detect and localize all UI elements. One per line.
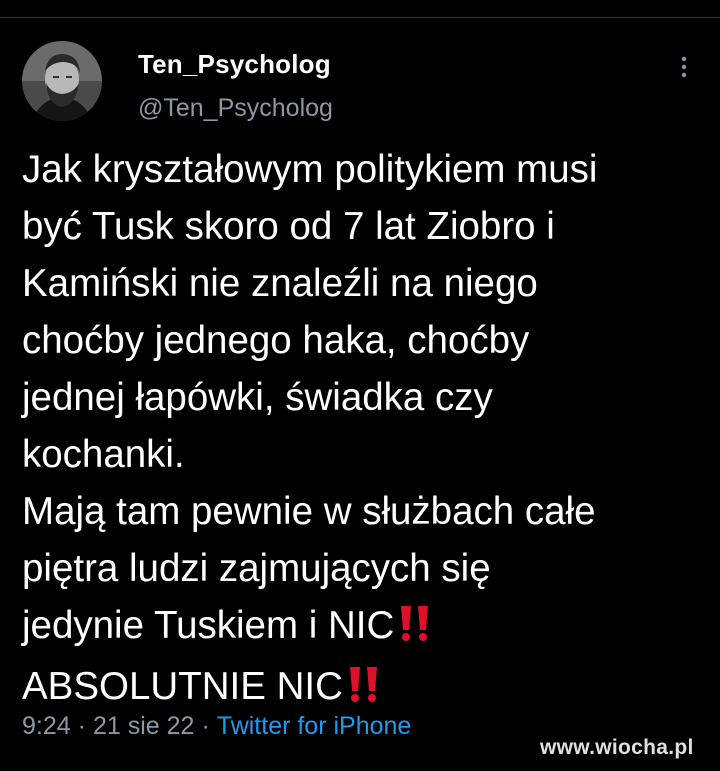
double-exclamation-icon — [398, 601, 432, 658]
avatar[interactable] — [22, 41, 102, 121]
author-handle[interactable]: @Ten_Psycholog — [138, 94, 333, 123]
double-exclamation-icon — [347, 662, 381, 719]
avatar-photo — [22, 41, 102, 121]
tweet-time[interactable]: 9:24 — [22, 712, 71, 740]
tweet-text-line-with-emoji: jedynie Tuskiem i NIC — [22, 597, 712, 658]
more-vertical-icon[interactable] — [672, 52, 696, 82]
tweet-text-segment: ABSOLUTNIE NIC — [22, 665, 343, 708]
tweet-text-line: Mają tam pewnie w służbach całe — [22, 490, 596, 533]
tweet-text-segment: jedynie Tuskiem i NIC — [22, 604, 395, 647]
tweet-text-line: Jak kryształowym politykiem musi — [22, 148, 598, 191]
tweet-text-line: kochanki. — [22, 433, 185, 476]
tweet-text-line: Kamiński nie znaleźli na niego — [22, 262, 538, 305]
meta-separator: · — [77, 712, 86, 740]
tweet-text-line: być Tusk skoro od 7 lat Ziobro i — [22, 205, 555, 248]
tweet-text: Jak kryształowym politykiem musi być Tus… — [22, 141, 712, 719]
tweet-source-link[interactable]: Twitter for iPhone — [217, 712, 412, 740]
meta-separator: · — [201, 712, 210, 740]
watermark: www.wiocha.pl — [540, 736, 694, 759]
tweet-text-line: jednej łapówki, świadka czy — [22, 376, 493, 419]
author-display-name[interactable]: Ten_Psycholog — [138, 49, 331, 80]
tweet-metadata: 9:24 · 21 sie 22 · Twitter for iPhone — [22, 712, 411, 741]
tweet-text-line: choćby jednego haka, choćby — [22, 319, 530, 362]
top-divider — [0, 17, 720, 18]
tweet-text-line-with-emoji: ABSOLUTNIE NIC — [22, 658, 712, 719]
tweet-text-line: piętra ludzi zajmujących się — [22, 547, 491, 590]
tweet-date[interactable]: 21 sie 22 — [93, 712, 194, 740]
